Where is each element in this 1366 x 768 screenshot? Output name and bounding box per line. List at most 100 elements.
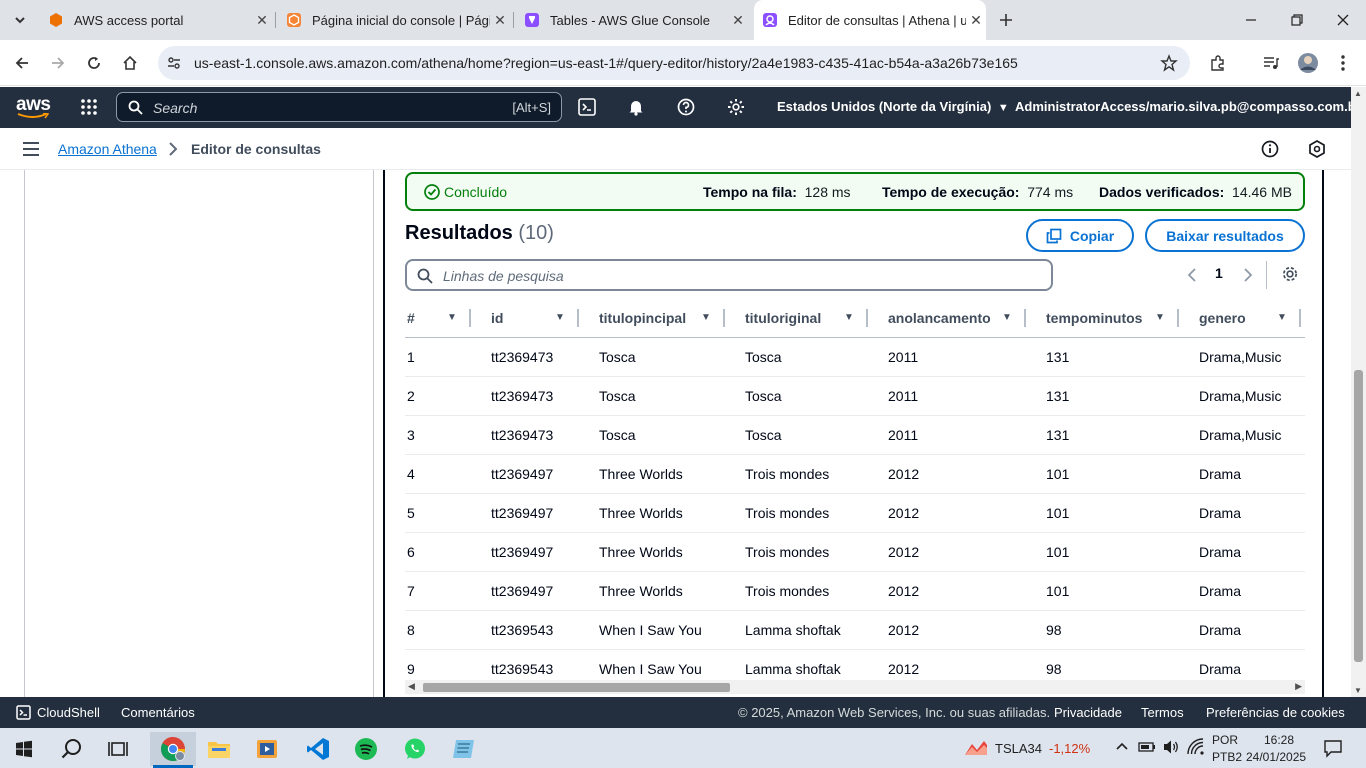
column-header[interactable]: # ▼ — [405, 298, 471, 338]
column-header[interactable]: titulopincipal ▼ — [579, 298, 725, 338]
speaker-icon[interactable] — [1162, 739, 1180, 755]
minimize-window-button[interactable] — [1237, 6, 1265, 34]
column-header[interactable]: id ▼ — [471, 298, 579, 338]
cloudshell-nav-button[interactable] — [578, 98, 596, 116]
chrome-menu-button[interactable] — [1329, 49, 1357, 77]
close-tab-icon[interactable]: ✕ — [490, 10, 510, 30]
scroll-right-icon[interactable]: ▶ — [1295, 681, 1302, 692]
page-number[interactable]: 1 — [1215, 265, 1223, 281]
reload-button[interactable] — [80, 49, 108, 77]
aws-search-input[interactable]: Search [Alt+S] — [116, 92, 562, 122]
results-search-input[interactable]: Linhas de pesquisa — [405, 259, 1053, 291]
notification-center-icon[interactable] — [1323, 738, 1343, 758]
tab-search-button[interactable] — [6, 6, 34, 34]
table-row[interactable]: 6 tt2369497 Three Worlds Trois mondes 2012 10… — [405, 532, 1305, 572]
account-menu[interactable]: AdministratorAccess/mario.silva.pb@compa… — [1015, 99, 1366, 114]
table-row[interactable]: 8 tt2369543 When I Saw You Lamma shoftak 201… — [405, 610, 1305, 650]
stock-symbol[interactable]: TSLA34 — [995, 741, 1042, 756]
vertical-scroll-thumb[interactable] — [1354, 370, 1363, 662]
keyboard-layout[interactable]: PTB2 — [1212, 750, 1242, 764]
close-tab-icon[interactable]: ✕ — [728, 10, 748, 30]
cookie-preferences-link[interactable]: Preferências de cookies — [1206, 705, 1345, 720]
tab-aws-access-portal[interactable]: AWS access portal ✕ — [40, 0, 272, 40]
table-row[interactable]: 2tt2369473ToscaTosca2011131Drama,Music7 — [405, 376, 1305, 416]
column-header[interactable]: anolancamento ▼ — [868, 298, 1026, 338]
taskbar-notes-app[interactable] — [444, 732, 484, 766]
table-row[interactable]: 3tt2369473ToscaTosca2011131Drama,Music7 — [405, 415, 1305, 455]
table-row[interactable]: 9 tt2369543 When I Saw You Lamma shoftak 201… — [405, 649, 1305, 684]
region-selector[interactable]: Estados Unidos (Norte da Virgínia) ▼ — [777, 99, 1009, 114]
notifications-button[interactable] — [627, 98, 645, 116]
services-menu-button[interactable] — [80, 98, 98, 116]
task-view-button[interactable] — [98, 732, 138, 766]
media-controls-button[interactable] — [1257, 49, 1285, 77]
extensions-button[interactable] — [1204, 49, 1232, 77]
table-row[interactable]: 7 tt2369497 Three Worlds Trois mondes 2012 10… — [405, 571, 1305, 611]
taskbar-chrome[interactable] — [150, 732, 196, 766]
tab-athena-editor[interactable]: Editor de consultas | Athena | us ✕ — [754, 0, 986, 40]
breadcrumb-athena-link[interactable]: Amazon Athena — [58, 141, 157, 157]
close-tab-icon[interactable]: ✕ — [252, 10, 272, 30]
home-button[interactable] — [116, 49, 144, 77]
scroll-up-icon[interactable]: ▲ — [1354, 89, 1362, 98]
forward-button[interactable] — [44, 49, 72, 77]
taskbar-spotify[interactable] — [346, 732, 386, 766]
clock-date[interactable]: 24/01/2025 — [1246, 750, 1306, 764]
info-button[interactable] — [1261, 140, 1279, 158]
aws-logo[interactable]: aws — [16, 94, 52, 120]
column-header[interactable]: n — [1301, 298, 1305, 338]
table-row[interactable]: 5 tt2369497 Three Worlds Trois mondes 2012 10… — [405, 493, 1305, 533]
close-window-button[interactable] — [1329, 6, 1357, 34]
clock-time[interactable]: 16:28 — [1264, 733, 1294, 747]
chevron-right-icon[interactable] — [1243, 267, 1253, 283]
privacy-link[interactable]: Privacidade — [1054, 705, 1122, 720]
stock-chart-icon[interactable] — [964, 739, 988, 757]
sort-caret-down-icon[interactable]: ▼ — [1002, 312, 1020, 323]
feedback-link[interactable]: Comentários — [121, 705, 195, 720]
settings-button[interactable] — [727, 98, 745, 116]
wifi-icon[interactable] — [1187, 738, 1205, 756]
close-tab-icon[interactable]: ✕ — [966, 10, 986, 30]
address-bar[interactable]: us-east-1.console.aws.amazon.com/athena/… — [158, 46, 1190, 80]
table-row[interactable]: 1tt2369473ToscaTosca2011131Drama,Music7 — [405, 337, 1305, 377]
profile-button[interactable] — [1294, 49, 1322, 77]
side-nav-toggle[interactable] — [22, 141, 40, 157]
page-vertical-scrollbar[interactable]: ▲ ▼ — [1351, 87, 1366, 697]
sort-caret-down-icon[interactable]: ▼ — [1277, 312, 1295, 323]
chevron-left-icon[interactable] — [1187, 267, 1197, 283]
restore-window-button[interactable] — [1283, 6, 1311, 34]
column-header[interactable]: tempominutos ▼ — [1026, 298, 1179, 338]
taskbar-whatsapp[interactable] — [395, 732, 435, 766]
battery-icon[interactable] — [1138, 740, 1156, 754]
copy-button[interactable]: Copiar — [1026, 219, 1134, 252]
cloudshell-footer-button[interactable]: CloudShell — [16, 705, 100, 720]
taskbar-media-player[interactable] — [247, 732, 287, 766]
scroll-down-icon[interactable]: ▼ — [1354, 686, 1362, 695]
table-row[interactable]: 4 tt2369497 Three Worlds Trois mondes 2012 10… — [405, 454, 1305, 494]
tutorial-button[interactable] — [1308, 140, 1326, 158]
horizontal-scrollbar[interactable]: ◀ ▶ — [405, 680, 1305, 694]
hidden-icons-chevron-icon[interactable] — [1115, 741, 1129, 751]
start-button[interactable] — [4, 732, 44, 766]
sort-caret-down-icon[interactable]: ▼ — [1155, 312, 1173, 323]
sort-caret-down-icon[interactable]: ▼ — [844, 312, 862, 323]
terms-link[interactable]: Termos — [1141, 705, 1184, 720]
input-language[interactable]: POR — [1212, 733, 1238, 747]
sort-caret-down-icon[interactable]: ▼ — [447, 312, 465, 323]
column-header[interactable]: tituloriginal ▼ — [725, 298, 868, 338]
sort-caret-down-icon[interactable]: ▼ — [701, 312, 719, 323]
download-results-button[interactable]: Baixar resultados — [1145, 219, 1305, 252]
tab-console-home[interactable]: Página inicial do console | Págir ✕ — [278, 0, 510, 40]
new-tab-button[interactable] — [992, 6, 1020, 34]
taskbar-file-explorer[interactable] — [199, 732, 239, 766]
back-button[interactable] — [8, 49, 36, 77]
tab-glue-tables[interactable]: Tables - AWS Glue Console ✕ — [516, 0, 748, 40]
taskbar-vscode[interactable] — [298, 732, 338, 766]
column-header[interactable]: genero ▼ — [1179, 298, 1301, 338]
horizontal-scroll-thumb[interactable] — [423, 683, 730, 692]
taskbar-search-button[interactable] — [52, 732, 92, 766]
help-button[interactable] — [677, 98, 695, 116]
bookmark-star-icon[interactable] — [1160, 54, 1178, 72]
sort-caret-down-icon[interactable]: ▼ — [555, 312, 573, 323]
scroll-left-icon[interactable]: ◀ — [408, 681, 415, 692]
